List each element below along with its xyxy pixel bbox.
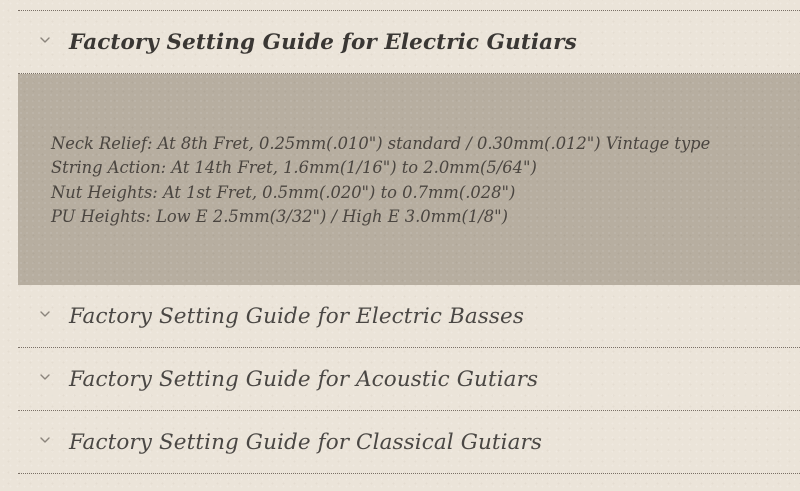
- accordion-panel-electric-guitars: Neck Relief: At 8th Fret, 0.25mm(.010") …: [18, 74, 800, 285]
- spec-neck-relief: Neck Relief: At 8th Fret, 0.25mm(.010") …: [51, 134, 711, 153]
- accordion-title: Factory Setting Guide for Electric Gutia…: [69, 29, 577, 55]
- spec-list: Neck Relief: At 8th Fret, 0.25mm(.010") …: [51, 132, 710, 229]
- spec-nut-heights: Nut Heights: At 1st Fret, 0.5mm(.020") t…: [51, 182, 516, 202]
- chevron-down-icon: [40, 37, 50, 43]
- accordion-title: Factory Setting Guide for Acoustic Gutia…: [69, 366, 539, 392]
- accordion-title: Factory Setting Guide for Electric Basse…: [69, 303, 524, 329]
- chevron-down-icon: [40, 374, 50, 380]
- accordion-header-acoustic-guitars[interactable]: Factory Setting Guide for Acoustic Gutia…: [18, 348, 800, 410]
- spec-string-action: String Action: At 14th Fret, 1.6mm(1/16"…: [51, 158, 537, 178]
- accordion-header-electric-basses[interactable]: Factory Setting Guide for Electric Basse…: [18, 285, 800, 347]
- accordion-header-classical-guitars[interactable]: Factory Setting Guide for Classical Guti…: [18, 411, 800, 473]
- accordion-title: Factory Setting Guide for Classical Guti…: [69, 429, 543, 455]
- chevron-down-icon: [40, 437, 50, 443]
- divider: [18, 473, 800, 474]
- chevron-down-icon: [40, 311, 50, 317]
- accordion-header-electric-guitars[interactable]: Factory Setting Guide for Electric Gutia…: [18, 11, 800, 73]
- spec-pu-heights: PU Heights: Low E 2.5mm(3/32") / High E …: [51, 206, 508, 226]
- faq-accordion: Factory Setting Guide for Electric Gutia…: [18, 0, 800, 474]
